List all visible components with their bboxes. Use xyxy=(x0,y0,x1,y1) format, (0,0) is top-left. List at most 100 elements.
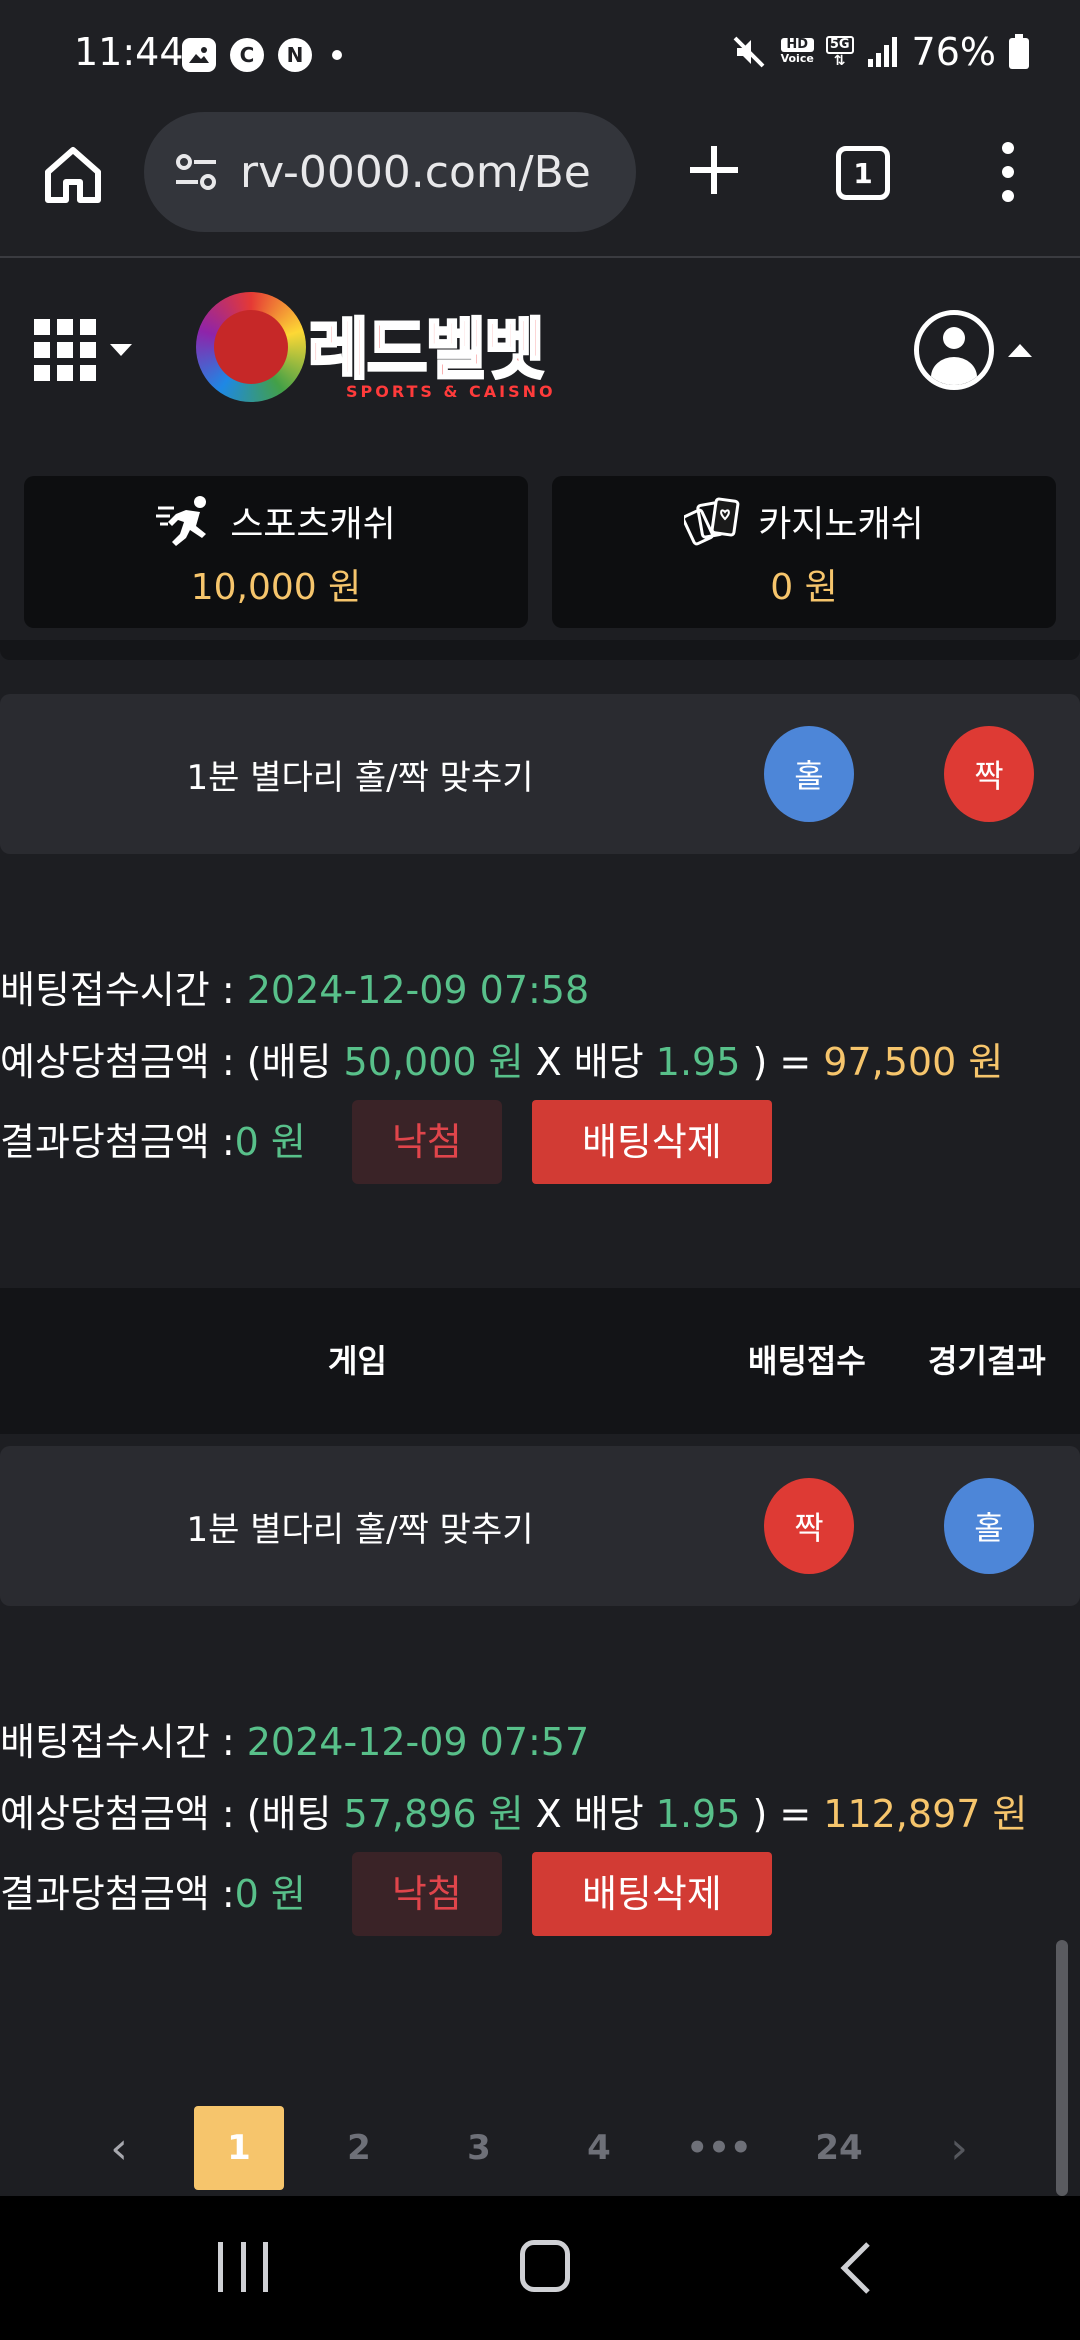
header-bet: 배팅접수 xyxy=(748,1342,866,1380)
address-bar[interactable]: rv-0000.com/Be xyxy=(144,112,636,232)
game-result-chip: 짝 xyxy=(944,726,1034,822)
playing-cards-icon xyxy=(684,497,740,546)
header-result: 경기결과 xyxy=(928,1342,1046,1380)
logo-subtitle: SPORTS & CAISNO xyxy=(346,382,556,401)
site-settings-icon[interactable] xyxy=(172,152,220,192)
result-amount: 0 원 xyxy=(234,1872,306,1916)
hd-label: HD xyxy=(780,38,814,52)
home-icon xyxy=(45,147,101,203)
page-2-button[interactable]: 2 xyxy=(314,2106,404,2190)
voice-label: Voice xyxy=(780,52,814,65)
site-logo[interactable]: 레드벨벳 SPORTS & CAISNO xyxy=(196,286,566,416)
chevron-down-icon xyxy=(110,344,132,356)
status-time: 11:44 xyxy=(74,30,184,74)
chevron-up-icon xyxy=(1008,343,1032,357)
sports-cash-box[interactable]: 스포츠캐쉬 10,000 원 xyxy=(24,476,528,628)
status-system-icons: HD Voice 5G ⇅ 76% xyxy=(729,30,1030,74)
c-icon: C xyxy=(230,38,264,72)
image-icon xyxy=(182,38,216,72)
status-badge: 낙첨 xyxy=(351,1100,502,1184)
bet-pick-chip: 짝 xyxy=(764,1478,854,1574)
browser-toolbar: rv-0000.com/Be 1 xyxy=(0,112,1080,258)
pagination: ‹ 1 2 3 4 ••• 24 › xyxy=(0,2106,1080,2192)
prev-page-button[interactable]: ‹ xyxy=(74,2106,164,2190)
user-avatar-icon xyxy=(914,310,994,390)
logo-title: 레드벨벳 xyxy=(307,310,547,390)
odds-value: 1.95 xyxy=(655,1040,741,1084)
expected-amount: 112,897 원 xyxy=(823,1792,1028,1836)
expected-win-line: 예상당첨금액 : (배팅 57,896 원 X 배당 1.95 ) = 112,… xyxy=(0,1778,1080,1850)
tab-switcher-button[interactable]: 1 xyxy=(836,146,890,200)
bet-amount: 57,896 원 xyxy=(343,1792,524,1836)
home-nav-icon[interactable] xyxy=(520,2240,570,2292)
casino-cash-box[interactable]: 카지노캐쉬 0 원 xyxy=(552,476,1056,628)
result-label: 결과당첨금액 : xyxy=(0,1120,235,1164)
expected-win-line: 예상당첨금액 : (배팅 50,000 원 X 배당 1.95 ) = 97,5… xyxy=(0,1026,1080,1098)
hd-voice-icon: HD Voice xyxy=(780,38,814,66)
delete-bet-button[interactable]: 배팅삭제 xyxy=(531,1100,772,1184)
game-result-chip: 홀 xyxy=(944,1478,1034,1574)
game-row: 1분 별다리 홀/짝 맞추기 홀 짝 xyxy=(0,694,1080,854)
odds-label: X 배당 xyxy=(523,1792,656,1836)
bet-time-label: 배팅접수시간 : xyxy=(0,968,247,1012)
url-text[interactable]: rv-0000.com/Be xyxy=(240,147,591,198)
signal-icon xyxy=(867,37,897,67)
casino-cash-label: 카지노캐쉬 xyxy=(758,504,924,545)
game-row: 1분 별다리 홀/짝 맞추기 짝 홀 xyxy=(0,1446,1080,1606)
logo-emblem xyxy=(196,292,306,402)
expected-amount: 97,500 원 xyxy=(823,1040,1004,1084)
expected-label: 예상당첨금액 : (배팅 xyxy=(0,1792,344,1836)
running-person-icon xyxy=(156,496,207,546)
user-menu-button[interactable] xyxy=(914,308,1034,392)
equals-label: ) = xyxy=(740,1040,824,1084)
page-1-button[interactable]: 1 xyxy=(194,2106,284,2190)
odds-label: X 배당 xyxy=(523,1040,656,1084)
menu-grid-button[interactable] xyxy=(34,318,144,382)
game-name: 1분 별다리 홀/짝 맞추기 xyxy=(186,758,534,798)
equals-label: ) = xyxy=(740,1792,824,1836)
bet-amount: 50,000 원 xyxy=(343,1040,524,1084)
casino-cash-value: 0 원 xyxy=(770,567,838,608)
plus-icon xyxy=(690,146,738,194)
bet-time: 2024-12-09 07:57 xyxy=(246,1720,590,1764)
new-tab-button[interactable] xyxy=(684,140,744,200)
page-24-button[interactable]: 24 xyxy=(794,2106,884,2190)
bet-time-line: 배팅접수시간 : 2024-12-09 07:58 xyxy=(0,954,1080,1026)
section-divider xyxy=(0,640,1080,660)
home-button[interactable] xyxy=(40,142,106,208)
bet-info: 배팅접수시간 : 2024-12-09 07:57 예상당첨금액 : (배팅 5… xyxy=(0,1706,1080,1938)
bet-info: 배팅접수시간 : 2024-12-09 07:58 예상당첨금액 : (배팅 5… xyxy=(0,954,1080,1186)
bet-time-line: 배팅접수시간 : 2024-12-09 07:57 xyxy=(0,1706,1080,1778)
n-icon: N xyxy=(278,38,312,72)
result-amount: 0 원 xyxy=(234,1120,306,1164)
header-game: 게임 xyxy=(328,1342,387,1380)
system-nav-bar xyxy=(0,2196,1080,2340)
delete-bet-button[interactable]: 배팅삭제 xyxy=(531,1852,772,1936)
bet-pick-chip: 홀 xyxy=(764,726,854,822)
5g-icon: 5G ⇅ xyxy=(825,36,854,68)
expected-label: 예상당첨금액 : (배팅 xyxy=(0,1040,344,1084)
odds-value: 1.95 xyxy=(655,1792,741,1836)
dot-icon xyxy=(332,50,342,60)
next-page-button[interactable]: › xyxy=(914,2106,1004,2190)
page-3-button[interactable]: 3 xyxy=(434,2106,524,2190)
status-notification-icons: C N xyxy=(182,38,342,72)
cash-summary: 스포츠캐쉬 10,000 원 카지노캐쉬 0 원 xyxy=(24,476,1056,628)
site-header: 레드벨벳 SPORTS & CAISNO xyxy=(0,258,1080,438)
game-name: 1분 별다리 홀/짝 맞추기 xyxy=(186,1510,534,1550)
back-icon[interactable] xyxy=(836,2238,876,2298)
sports-cash-label: 스포츠캐쉬 xyxy=(230,504,396,545)
status-badge: 낙첨 xyxy=(351,1852,502,1936)
result-label: 결과당첨금액 : xyxy=(0,1872,235,1916)
grid-icon xyxy=(34,319,96,381)
page-4-button[interactable]: 4 xyxy=(554,2106,644,2190)
result-win-line: 결과당첨금액 : 0 원 낙첨 배팅삭제 xyxy=(0,1098,1080,1186)
sports-cash-value: 10,000 원 xyxy=(190,567,362,608)
overflow-menu-icon[interactable] xyxy=(996,142,1020,202)
battery-icon xyxy=(1009,34,1029,69)
mute-icon xyxy=(733,36,764,68)
table-header: 게임 배팅접수 경기결과 xyxy=(0,1288,1080,1434)
recent-apps-icon[interactable] xyxy=(218,2242,268,2292)
status-bar: 11:44 C N HD Voice 5G ⇅ 76% xyxy=(0,0,1080,112)
page-ellipsis[interactable]: ••• xyxy=(674,2106,764,2190)
